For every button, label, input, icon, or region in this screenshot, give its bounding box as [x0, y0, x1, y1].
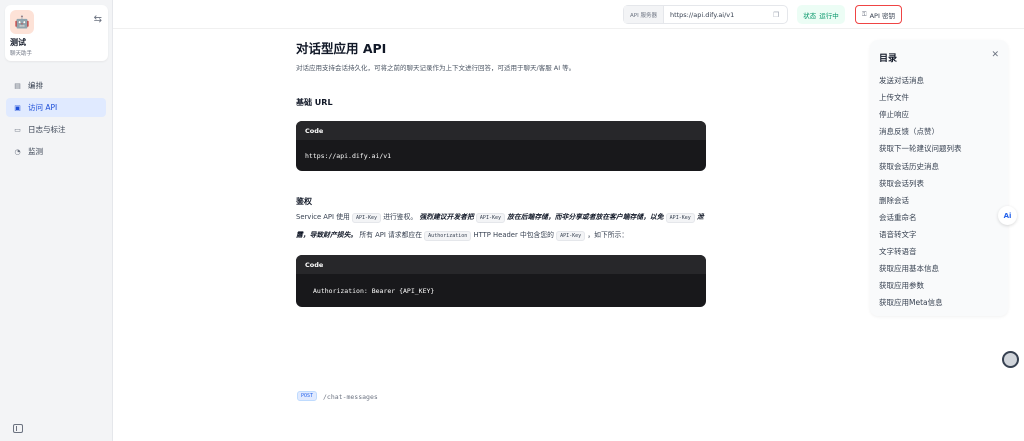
- api-icon: ▣: [14, 103, 21, 112]
- toc-list: 发送对话消息 上传文件 停止响应 消息反馈（点赞） 获取下一轮建议问题列表 获取…: [879, 72, 962, 311]
- toc-item[interactable]: 消息反馈（点赞）: [879, 123, 962, 140]
- api-server-field: API 服务器 https://api.dify.ai/v1 ❐: [623, 5, 788, 24]
- app-name: 测试: [10, 38, 26, 47]
- sidebar-item-logs[interactable]: ▭ 日志与标注: [6, 120, 106, 139]
- method-badge: POST: [297, 391, 318, 401]
- toc-title: 目录: [879, 54, 898, 64]
- monitor-icon: ◔: [14, 147, 21, 156]
- edit-icon: ▤: [14, 81, 21, 90]
- avatar[interactable]: [1002, 351, 1019, 368]
- toc-item[interactable]: 停止响应: [879, 106, 962, 123]
- base-url-code-block: Code https://api.dify.ai/v1: [296, 121, 706, 171]
- toc-item[interactable]: 获取会话列表: [879, 175, 962, 192]
- api-server-label: API 服务器: [624, 6, 664, 23]
- code-chip: API-Key: [665, 213, 695, 223]
- auth-text: 进行鉴权。: [383, 213, 418, 221]
- toc-item[interactable]: 获取会话历史消息: [879, 157, 962, 174]
- status-label: 状态: [803, 11, 817, 20]
- base-url-heading: 基础 URL: [296, 98, 333, 107]
- toc-item[interactable]: 会话重命名: [879, 209, 962, 226]
- toc-item[interactable]: 获取应用基本信息: [879, 260, 962, 277]
- auth-paragraph: Service API 使用 API-Key 进行鉴权。 强烈建议开发者把 AP…: [296, 209, 716, 245]
- auth-emphasis: 放在后端存储，而非分享或者放在客户端存储，以免: [507, 213, 664, 221]
- sidebar-item-orchestrate[interactable]: ▤ 编排: [6, 76, 106, 95]
- key-icon: ⚿: [862, 10, 867, 18]
- app-card[interactable]: 🤖 ⇆ 测试 聊天助手: [5, 5, 108, 61]
- ai-assistant-icon[interactable]: Ai: [998, 206, 1017, 225]
- log-icon: ▭: [14, 125, 21, 134]
- code-header: Code: [296, 255, 706, 274]
- sidebar: 🤖 ⇆ 测试 聊天助手 ▤ 编排 ▣ 访问 API ▭ 日志与标注 ◔ 监测: [0, 0, 113, 441]
- auth-text: ，如下所示：: [587, 231, 629, 239]
- code-chip: Authorization: [424, 231, 472, 241]
- status-badge: 状态 运行中: [797, 5, 845, 24]
- api-key-button[interactable]: ⚿ API 密钥: [855, 5, 902, 24]
- sidebar-item-label: 监测: [28, 147, 43, 156]
- auth-text: Service API 使用: [296, 213, 350, 221]
- sidebar-item-label: 访问 API: [28, 103, 58, 112]
- toc-item[interactable]: 获取应用参数: [879, 277, 962, 294]
- api-key-label: API 密钥: [869, 11, 895, 20]
- code-chip: API-Key: [556, 231, 586, 241]
- sidebar-item-monitor[interactable]: ◔ 监测: [6, 142, 106, 161]
- code-header: Code: [296, 121, 706, 140]
- code-chip: API-Key: [475, 213, 505, 223]
- sidebar-item-label: 日志与标注: [28, 125, 66, 134]
- sidebar-nav: ▤ 编排 ▣ 访问 API ▭ 日志与标注 ◔ 监测: [6, 76, 106, 164]
- toc-item[interactable]: 语音转文字: [879, 226, 962, 243]
- page-title: 对话型应用 API: [296, 41, 387, 56]
- auth-code-block: Code Authorization: Bearer {API_KEY}: [296, 255, 706, 307]
- swap-icon[interactable]: ⇆: [94, 14, 102, 25]
- close-icon[interactable]: ✕: [991, 50, 999, 60]
- code-chip: API-Key: [351, 213, 382, 223]
- toc-item[interactable]: 文字转语音: [879, 243, 962, 260]
- toc-item[interactable]: 获取应用Meta信息: [879, 294, 962, 311]
- auth-emphasis: 强烈建议开发者把: [419, 213, 474, 221]
- auth-text: 所有 API 请求都应在: [359, 231, 422, 239]
- app-type: 聊天助手: [10, 51, 33, 57]
- toc-item[interactable]: 发送对话消息: [879, 72, 962, 89]
- toc-item[interactable]: 上传文件: [879, 89, 962, 106]
- robot-icon: 🤖: [10, 10, 34, 34]
- toc-item[interactable]: 获取下一轮建议问题列表: [879, 140, 962, 157]
- status-value: 运行中: [819, 11, 839, 20]
- sidebar-item-api-access[interactable]: ▣ 访问 API: [6, 98, 106, 117]
- sidebar-item-label: 编排: [28, 81, 43, 90]
- api-server-url[interactable]: https://api.dify.ai/v1: [664, 11, 773, 19]
- base-url-code[interactable]: https://api.dify.ai/v1: [296, 140, 706, 171]
- endpoint-path[interactable]: /chat-messages: [323, 393, 378, 401]
- toc-item[interactable]: 删除会话: [879, 192, 962, 209]
- auth-code[interactable]: Authorization: Bearer {API_KEY}: [296, 274, 706, 307]
- intro-text: 对话应用支持会话持久化，可将之前的聊天记录作为上下文进行回答，可适用于聊天/客服…: [296, 64, 576, 72]
- auth-heading: 鉴权: [296, 197, 312, 206]
- auth-text: HTTP Header 中包含您的: [473, 231, 554, 239]
- table-of-contents: 目录 ✕ 发送对话消息 上传文件 停止响应 消息反馈（点赞） 获取下一轮建议问题…: [870, 40, 1008, 316]
- sidebar-collapse-icon[interactable]: [13, 424, 23, 433]
- copy-icon[interactable]: ❐: [773, 11, 787, 19]
